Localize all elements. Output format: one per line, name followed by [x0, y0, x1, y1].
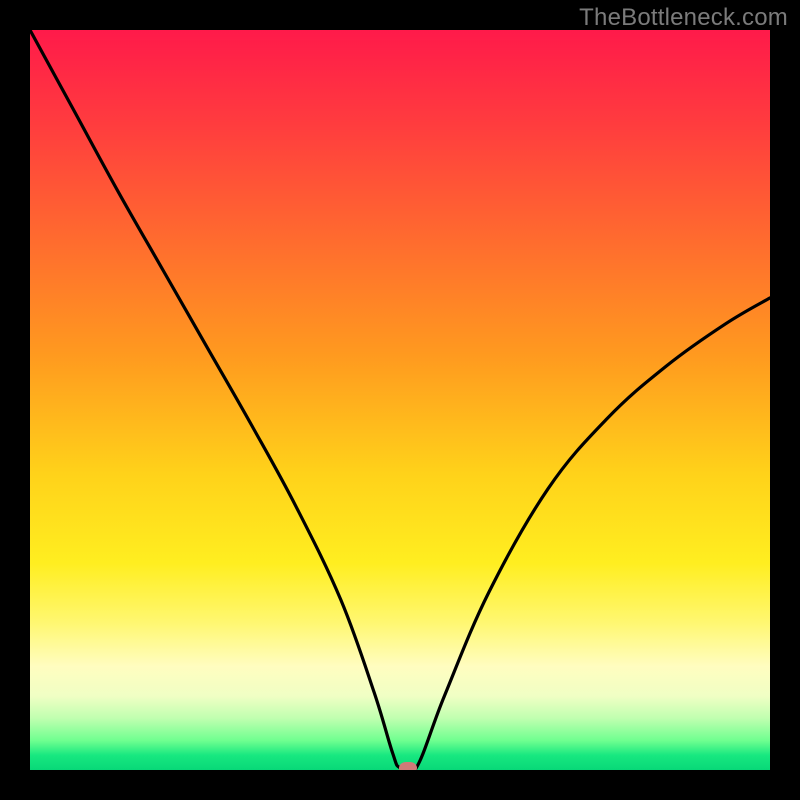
bottleneck-curve: [30, 30, 770, 770]
chart-frame: TheBottleneck.com: [0, 0, 800, 800]
plot-area: [30, 30, 770, 770]
watermark-text: TheBottleneck.com: [579, 4, 788, 32]
optimal-point-marker: [399, 762, 417, 770]
